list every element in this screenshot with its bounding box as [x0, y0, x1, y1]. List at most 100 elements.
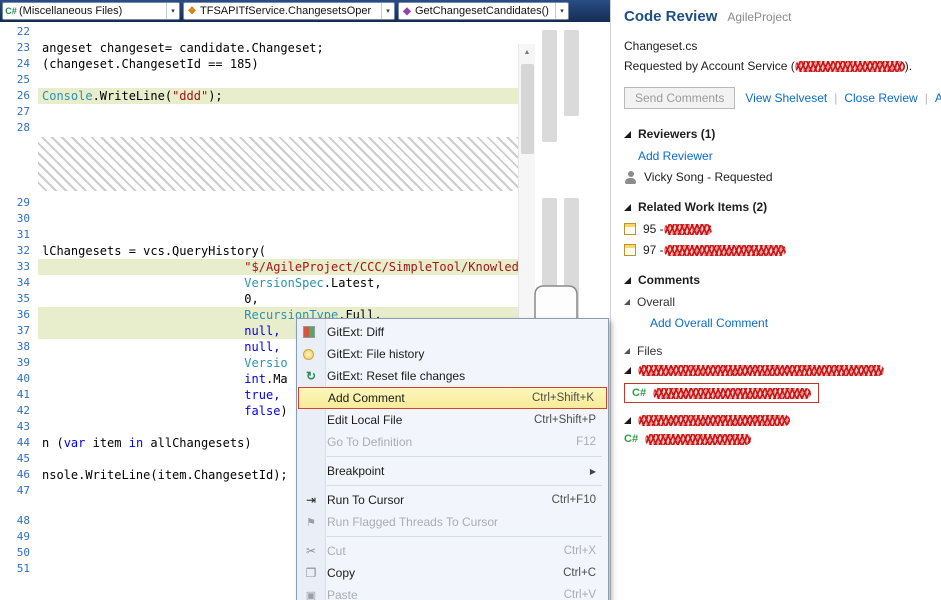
menu-item-label: Breakpoint	[327, 464, 384, 478]
menu-item-cut: CutCtrl+X	[297, 540, 608, 562]
blank-icon	[303, 435, 319, 449]
menu-separator	[327, 485, 602, 486]
line-number: 29	[0, 195, 38, 211]
cut-icon	[303, 544, 319, 558]
file-comment-item[interactable]: C#	[624, 433, 931, 445]
menu-item-gitext-diff[interactable]: GitExt: Diff	[297, 321, 608, 343]
member-dropdown[interactable]: ◆ GetChangesetCandidates() ▾	[398, 2, 569, 20]
line-number: 50	[0, 545, 38, 561]
menu-shortcut: Ctrl+Shift+P	[534, 414, 596, 426]
code-line: 22	[0, 24, 518, 40]
work-item[interactable]: 97 -	[624, 243, 931, 257]
team-explorer-code-review-panel: Code Review AgileProject Changeset.cs Re…	[612, 0, 941, 600]
menu-item-label: Run Flagged Threads To Cursor	[327, 515, 498, 529]
project-dropdown[interactable]: C# (Miscellaneous Files) ▾	[2, 2, 180, 20]
redaction-scribble	[653, 388, 811, 399]
files-subsection-header[interactable]: Files	[624, 344, 931, 358]
line-number: 45	[0, 451, 38, 467]
menu-item-label: GitExt: File history	[327, 347, 424, 361]
code-text[interactable]: Console.WriteLine("ddd");	[38, 88, 518, 104]
actions-link[interactable]: Actions	[935, 91, 941, 105]
menu-item-gitext-file-history[interactable]: GitExt: File history	[297, 343, 608, 365]
line-number: 25	[0, 72, 38, 88]
code-text[interactable]	[38, 24, 518, 40]
menu-item-gitext-reset-file-changes[interactable]: GitExt: Reset file changes	[297, 365, 608, 387]
redaction-scribble	[664, 224, 712, 235]
close-review-link[interactable]: Close Review	[844, 91, 917, 105]
menu-shortcut: Ctrl+X	[564, 545, 596, 557]
requested-by-suffix: ).	[905, 59, 912, 73]
line-number: 39	[0, 355, 38, 371]
menu-item-breakpoint[interactable]: Breakpoint▶	[297, 460, 608, 482]
member-dropdown-label: GetChangesetCandidates()	[415, 5, 555, 17]
line-number: 32	[0, 243, 38, 259]
changeset-file-label: Changeset.cs	[624, 39, 931, 53]
comments-section-header[interactable]: Comments	[624, 273, 931, 287]
menu-item-run-to-cursor[interactable]: Run To CursorCtrl+F10	[297, 489, 608, 511]
scrollbar-up-arrow-icon[interactable]: ▲	[519, 44, 535, 60]
line-number: 27	[0, 104, 38, 120]
add-reviewer-link[interactable]: Add Reviewer	[638, 149, 713, 163]
redaction-scribble	[795, 61, 905, 72]
section-expanded-icon	[624, 204, 631, 211]
send-comments-button: Send Comments	[624, 87, 735, 109]
class-icon: ❖	[184, 6, 200, 17]
reviewers-section-header[interactable]: Reviewers (1)	[624, 127, 931, 141]
line-number: 37	[0, 323, 38, 339]
type-dropdown[interactable]: ❖ TFSAPITfService.ChangesetsOper ▾	[183, 2, 395, 20]
menu-item-paste: PasteCtrl+V	[297, 584, 608, 600]
redaction-scribble	[645, 434, 751, 445]
file-comment-item[interactable]: C#	[624, 383, 931, 403]
line-number: 33	[0, 259, 38, 275]
work-item[interactable]: 95 -	[624, 222, 931, 236]
file-group-header[interactable]	[624, 365, 931, 376]
menu-item-edit-local-file[interactable]: Edit Local FileCtrl+Shift+P	[297, 409, 608, 431]
code-text[interactable]	[38, 104, 518, 120]
section-expanded-icon	[624, 131, 631, 138]
code-text[interactable]: 0,	[38, 291, 518, 307]
section-expanded-icon	[624, 277, 631, 284]
menu-item-label: Go To Definition	[327, 435, 412, 449]
comment-marker-box	[229, 89, 242, 102]
scrollbar-thumb[interactable]	[521, 64, 534, 154]
code-text[interactable]	[38, 211, 518, 227]
code-text[interactable]	[38, 120, 518, 136]
line-number: 41	[0, 387, 38, 403]
type-dropdown-label: TFSAPITfService.ChangesetsOper	[200, 5, 381, 17]
menu-item-label: GitExt: Diff	[327, 325, 384, 339]
link-separator: |	[834, 91, 837, 105]
reviewer-item[interactable]: Vicky Song - Requested	[624, 170, 931, 184]
navigation-bar: C# (Miscellaneous Files) ▾ ❖ TFSAPITfSer…	[0, 0, 610, 22]
menu-item-copy[interactable]: CopyCtrl+C	[297, 562, 608, 584]
code-text[interactable]	[38, 227, 518, 243]
code-text[interactable]	[38, 72, 518, 88]
code-text[interactable]: "$/AgileProject/CCC/SimpleTool/Knowled	[38, 259, 518, 275]
menu-item-add-comment[interactable]: Add CommentCtrl+Shift+K	[298, 387, 607, 409]
code-text[interactable]: (changeset.ChangesetId == 185)	[38, 56, 518, 72]
line-number: 38	[0, 339, 38, 355]
work-items-section-header[interactable]: Related Work Items (2)	[624, 200, 931, 214]
menu-item-go-to-definition: Go To Definition F12	[297, 431, 608, 453]
section-expanded-icon	[624, 417, 631, 424]
code-text[interactable]: lChangesets = vcs.QueryHistory(	[38, 243, 518, 259]
annotation-bar	[542, 30, 557, 142]
section-expanded-icon	[624, 367, 631, 374]
code-text[interactable]: VersionSpec.Latest,	[38, 275, 518, 291]
project-name: AgileProject	[727, 10, 791, 24]
add-overall-comment-link[interactable]: Add Overall Comment	[650, 316, 768, 330]
code-text[interactable]: angeset changeset= candidate.Changeset;	[38, 40, 518, 56]
file-group-header[interactable]	[624, 415, 931, 426]
overall-subsection-header[interactable]: Overall	[624, 295, 931, 309]
menu-shortcut: F12	[576, 436, 596, 448]
visual-studio-code-review-window: C# (Miscellaneous Files) ▾ ❖ TFSAPITfSer…	[0, 0, 941, 600]
redaction-scribble	[664, 245, 786, 256]
line-number: 49	[0, 529, 38, 545]
view-shelveset-link[interactable]: View Shelveset	[745, 91, 827, 105]
menu-shortcut: Ctrl+V	[564, 589, 596, 600]
method-icon: ◆	[399, 6, 415, 17]
requested-by-prefix: Requested by Account Service (	[624, 59, 795, 73]
project-dropdown-label: (Miscellaneous Files)	[19, 5, 166, 17]
link-separator: |	[925, 91, 928, 105]
menu-item-label: Run To Cursor	[327, 493, 404, 507]
code-text[interactable]	[38, 195, 518, 211]
